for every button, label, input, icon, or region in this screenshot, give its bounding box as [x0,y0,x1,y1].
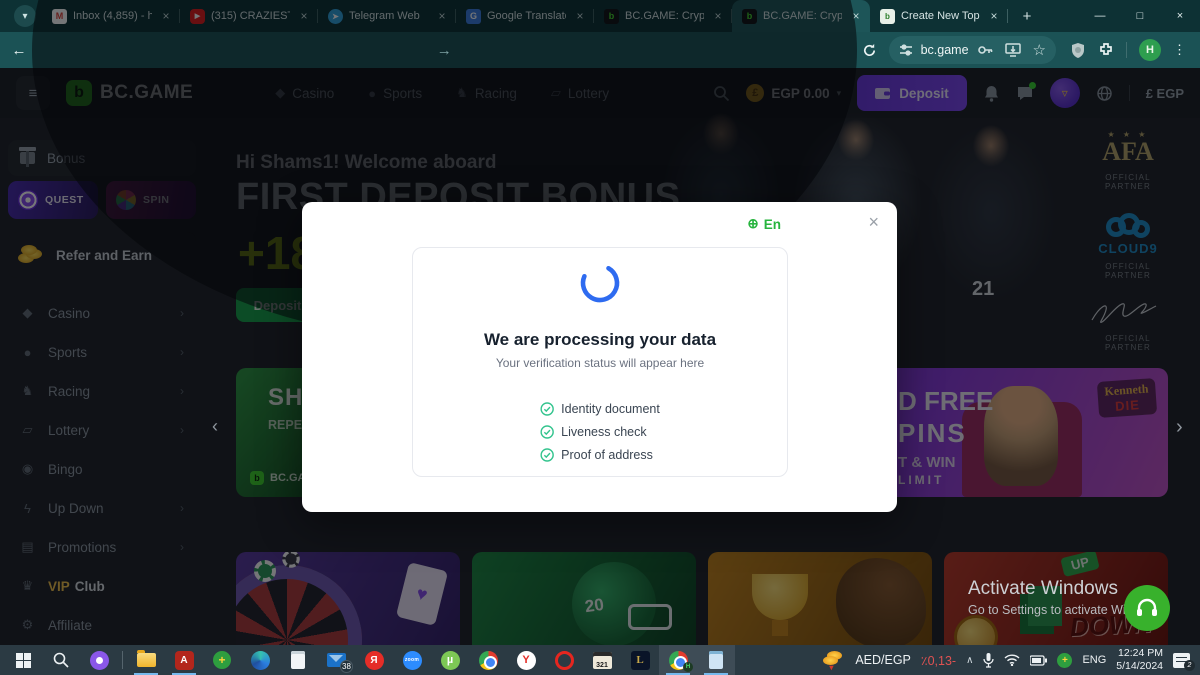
ticker-change[interactable]: ٪0,13- [921,653,956,668]
antivirus-icon[interactable]: + [203,645,241,675]
url-text[interactable]: bc.game [921,43,969,57]
language-label: En [764,217,781,232]
maximize-button[interactable]: □ [1120,0,1160,32]
install-app-icon[interactable] [1005,42,1021,58]
password-key-icon[interactable] [977,42,993,58]
checklist-item: Proof of address [540,448,660,462]
taskbar-divider [122,651,123,669]
start-button[interactable] [4,645,42,675]
wifi-icon[interactable] [1004,654,1020,666]
ticker-pair[interactable]: AED/EGP [855,653,911,667]
back-button[interactable]: ← [10,37,28,63]
minimize-button[interactable]: — [1080,0,1120,32]
browser-menu-icon[interactable]: ⋮ [1173,42,1186,58]
file-explorer-icon[interactable] [127,645,165,675]
verification-modal: ⊕ En × We are processing your data Your … [302,202,897,512]
date-text: 5/14/2024 [1116,660,1163,673]
windows-logo-icon [16,653,31,668]
league-of-legends-icon[interactable]: L [621,645,659,675]
headset-icon [1135,597,1159,619]
globe-icon: ⊕ [747,216,758,232]
mail-badge: 38 [340,660,353,673]
system-tray: ▾ AED/EGP ٪0,13- ∧ + ENG 12:24 PM 5/14/2… [823,647,1196,673]
tray-expand-icon[interactable]: ∧ [966,655,973,666]
mail-icon[interactable]: 38 [317,645,355,675]
forum-icon: b [880,9,895,24]
chrome-icon[interactable] [469,645,507,675]
address-bar[interactable]: bc.game ☆ [889,36,1056,64]
yandex-icon[interactable]: Я [355,645,393,675]
acrobat-icon[interactable]: A [165,645,203,675]
profile-h-badge: H [683,662,693,672]
check-circle-icon [540,448,554,462]
modal-subtitle: Your verification status will appear her… [413,356,787,370]
verification-checklist: Identity document Liveness check Proof o… [540,402,660,462]
page-viewport: ≡ b BC.GAME ◆ Casino ● Sports ♞ Racing ▱… [0,68,1200,645]
modal-close-icon[interactable]: × [868,212,879,233]
time-text: 12:24 PM [1116,647,1163,660]
tray-antivirus-icon[interactable]: + [1057,653,1072,668]
modal-title: We are processing your data [413,330,787,350]
tab-label: Create New Topic - B [901,10,980,22]
extensions-puzzle-icon[interactable] [1098,42,1114,58]
utorrent-icon[interactable]: µ [431,645,469,675]
check-circle-icon [540,425,554,439]
opera-icon[interactable] [545,645,583,675]
notepad-window-icon[interactable] [697,645,735,675]
profile-avatar[interactable]: H [1139,39,1161,61]
tab-close-icon[interactable]: × [986,9,1002,23]
yandex-browser-icon[interactable]: Y [507,645,545,675]
window-controls: — □ × [1080,0,1200,32]
browser-actions: H ⋮ [1066,39,1190,61]
toolbar-divider [1126,42,1127,58]
alice-assistant-icon[interactable] [80,645,118,675]
screen: ▾ M Inbox (4,859) - hossa × ▶ (315) CRAZ… [0,0,1200,675]
processing-card: We are processing your data Your verific… [412,247,788,477]
klite-player-icon[interactable]: 321 [583,645,621,675]
zoom-icon[interactable]: zoom [393,645,431,675]
edge-icon[interactable] [241,645,279,675]
checklist-label: Proof of address [561,448,653,462]
bookmark-star-icon[interactable]: ☆ [1033,41,1046,59]
checklist-item: Liveness check [540,425,660,439]
notepad-icon[interactable] [279,645,317,675]
notification-center-icon[interactable]: 2 [1173,653,1190,668]
checklist-label: Liveness check [561,425,646,439]
windows-taskbar: A + 38 Я zoom µ Y 321 L H ▾ AED/EGP ٪0,1… [0,645,1200,675]
adblock-shield-icon[interactable] [1070,42,1086,59]
taskbar-search-icon[interactable] [42,645,80,675]
language-selector[interactable]: ⊕ En [747,216,781,232]
battery-icon[interactable] [1030,655,1047,666]
checklist-item: Identity document [540,402,660,416]
support-headset-button[interactable] [1124,585,1170,631]
sidebar-collapse-icon[interactable]: ‹ [212,416,218,437]
checklist-label: Identity document [561,402,660,416]
tab-create-new-topic[interactable]: b Create New Topic - B × [870,0,1008,32]
new-tab-button[interactable]: + [1014,3,1040,29]
loading-spinner [577,260,623,306]
site-settings-icon[interactable] [899,43,913,57]
taskbar-clock[interactable]: 12:24 PM 5/14/2024 [1116,647,1163,673]
close-window-button[interactable]: × [1160,0,1200,32]
carousel-next-icon[interactable]: › [1176,416,1183,439]
reload-button[interactable] [861,37,879,63]
check-circle-icon [540,402,554,416]
browser-toolbar: ← → bc.game ☆ [0,32,1200,68]
currency-widget-icon[interactable]: ▾ [823,651,845,669]
microphone-icon[interactable] [983,653,994,668]
keyboard-language[interactable]: ENG [1082,654,1106,666]
chrome-profile-window-icon[interactable]: H [659,645,697,675]
notification-badge: 2 [1184,660,1195,671]
